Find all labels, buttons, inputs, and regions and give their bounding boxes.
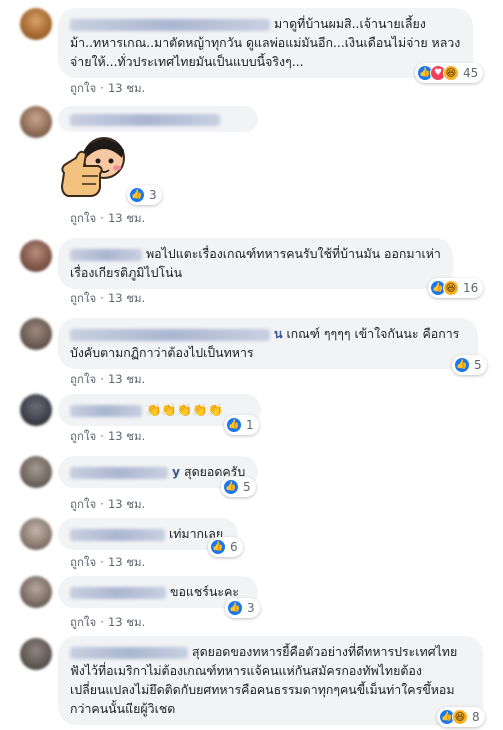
- commenter-name[interactable]: [70, 114, 220, 126]
- like-reaction-icon: 👍: [454, 357, 470, 373]
- comment-bubble: สุดยอดของทหารยี้คือตัวอย่างที่ดีทหารประเ…: [58, 636, 483, 725]
- haha-reaction-icon: 😆: [452, 709, 468, 725]
- comment-text: 👏👏👏👏👏: [146, 402, 224, 417]
- comment-actions: ถูกใจ · 13 ชม.: [70, 211, 146, 225]
- comment-actions: ถูกใจ · 13 ชม.: [70, 429, 146, 443]
- comment-actions: ถูกใจ · 13 ชม.: [70, 291, 146, 305]
- commenter-name[interactable]: [70, 646, 188, 659]
- commenter-name-tail[interactable]: น: [274, 326, 282, 341]
- comment-text: ขอแชร์นะคะ: [170, 584, 240, 599]
- reaction-summary[interactable]: 👍 3: [127, 185, 162, 205]
- timestamp[interactable]: 13 ชม.: [108, 291, 145, 305]
- reaction-summary[interactable]: 👍 😆 16: [428, 278, 484, 298]
- avatar[interactable]: [20, 576, 52, 608]
- commenter-name[interactable]: [70, 466, 168, 479]
- commenter-name[interactable]: [70, 18, 270, 31]
- thumbs-up-sticker-icon: [60, 137, 125, 197]
- like-reaction-icon: 👍: [226, 417, 242, 433]
- avatar[interactable]: [20, 394, 52, 426]
- like-reaction-icon: 👍: [129, 187, 145, 203]
- commenter-name[interactable]: [70, 528, 165, 541]
- like-link[interactable]: ถูกใจ: [70, 497, 96, 511]
- avatar[interactable]: [20, 456, 52, 488]
- reaction-count: 8: [472, 710, 480, 724]
- commenter-name-tail[interactable]: y: [172, 464, 180, 479]
- like-reaction-icon: 👍: [210, 539, 226, 555]
- haha-reaction-icon: 😆: [443, 65, 459, 81]
- avatar[interactable]: [20, 8, 52, 40]
- commenter-name[interactable]: [70, 248, 142, 261]
- reaction-count: 5: [243, 480, 251, 494]
- reaction-summary[interactable]: 👍 1: [224, 415, 259, 435]
- avatar[interactable]: [20, 318, 52, 350]
- timestamp[interactable]: 13 ชม.: [108, 211, 145, 225]
- like-reaction-icon: 👍: [223, 479, 239, 495]
- reaction-count: 16: [463, 281, 479, 295]
- timestamp[interactable]: 13 ชม.: [108, 497, 145, 511]
- like-link[interactable]: ถูกใจ: [70, 372, 96, 386]
- timestamp[interactable]: 13 ชม.: [108, 615, 145, 629]
- reaction-count: 45: [463, 66, 479, 80]
- reaction-count: 1: [246, 418, 254, 432]
- reaction-summary[interactable]: 👍 5: [452, 355, 487, 375]
- like-link[interactable]: ถูกใจ: [70, 211, 96, 225]
- like-link[interactable]: ถูกใจ: [70, 555, 96, 569]
- avatar[interactable]: [20, 240, 52, 272]
- like-link[interactable]: ถูกใจ: [70, 429, 96, 443]
- like-link[interactable]: ถูกใจ: [70, 81, 96, 95]
- avatar[interactable]: [20, 106, 52, 138]
- comment-bubble: พอไปแตะเรื่องเกณฑ์ทหารคนรับใช้ที่บ้านมัน…: [58, 238, 453, 289]
- reaction-count: 3: [149, 188, 157, 202]
- reaction-summary[interactable]: 👍 6: [208, 537, 243, 557]
- comment-actions: ถูกใจ · 13 ชม.: [70, 555, 146, 569]
- like-reaction-icon: 👍: [227, 600, 243, 616]
- reaction-count: 3: [247, 601, 255, 615]
- comment-actions: ถูกใจ · 13 ชม.: [70, 615, 146, 629]
- commenter-name[interactable]: [70, 328, 270, 341]
- reaction-summary[interactable]: 👍 ♥ 😆 45: [415, 63, 484, 83]
- comment-actions: ถูกใจ · 13 ชม.: [70, 497, 146, 511]
- reaction-summary[interactable]: 👍 5: [221, 477, 256, 497]
- comment-actions: ถูกใจ · 13 ชม.: [70, 372, 146, 386]
- reaction-summary[interactable]: 👍 3: [225, 598, 260, 618]
- commenter-name[interactable]: [70, 586, 166, 599]
- comment-bubble: มาดูที่บ้านผมสิ..เจ้านายเลี้ยงม้า..ทหารเ…: [58, 8, 473, 78]
- timestamp[interactable]: 13 ชม.: [108, 555, 145, 569]
- reaction-summary[interactable]: 👍 😆 8: [437, 707, 485, 727]
- timestamp[interactable]: 13 ชม.: [108, 372, 145, 386]
- timestamp[interactable]: 13 ชม.: [108, 81, 145, 95]
- reaction-count: 6: [230, 540, 238, 554]
- comment-actions: ถูกใจ · 13 ชม.: [70, 81, 146, 95]
- like-link[interactable]: ถูกใจ: [70, 615, 96, 629]
- avatar[interactable]: [20, 638, 52, 670]
- like-link[interactable]: ถูกใจ: [70, 291, 96, 305]
- comment-bubble: น เกณฑ์ ๆๆๆๆ เข้าใจกันนะ คือการบังคับตาม…: [58, 318, 478, 369]
- timestamp[interactable]: 13 ชม.: [108, 429, 145, 443]
- commenter-name[interactable]: [70, 404, 142, 417]
- avatar[interactable]: [20, 518, 52, 550]
- reaction-count: 5: [474, 358, 482, 372]
- haha-reaction-icon: 😆: [443, 280, 459, 296]
